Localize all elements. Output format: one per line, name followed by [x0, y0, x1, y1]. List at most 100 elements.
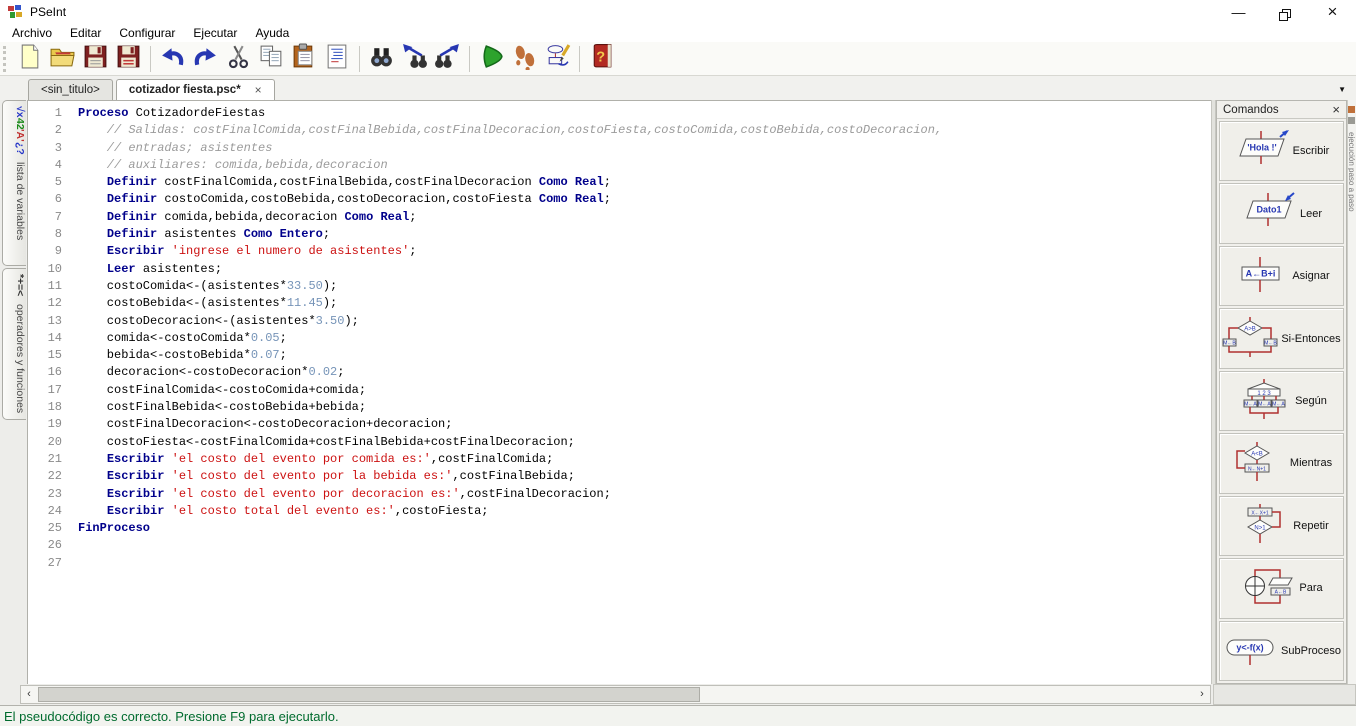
- find-button[interactable]: [365, 44, 398, 74]
- code-line[interactable]: 17 costFinalComida<-costoComida+comida;: [28, 382, 1211, 399]
- tab-sin-titulo[interactable]: <sin_titulo>: [28, 79, 113, 100]
- sidebar-tab-lista-de-variables[interactable]: √x42'A'¿?lista de variables: [2, 100, 26, 266]
- command-segun-button[interactable]: 1 2 3M←AM←AM←ASegún: [1219, 371, 1344, 431]
- scroll-right-icon[interactable]: ›: [1194, 686, 1210, 703]
- line-number: 26: [28, 537, 62, 554]
- menu-ayuda[interactable]: Ayuda: [246, 25, 298, 41]
- tab-cotizador-fiesta-psc[interactable]: cotizador fiesta.psc*×: [116, 79, 275, 100]
- restore-icon: [1282, 9, 1291, 18]
- command-si-entonces-button[interactable]: A>BM←BM←BSi-Entonces: [1219, 308, 1344, 368]
- step-execution-tab[interactable]: ejecución paso a paso: [1347, 100, 1356, 684]
- code-editor[interactable]: 1Proceso CotizadordeFiestas2 // Salidas:…: [27, 100, 1211, 684]
- menu-archivo[interactable]: Archivo: [3, 25, 61, 41]
- code-line[interactable]: 27: [28, 555, 1211, 572]
- help-button[interactable]: ?: [585, 44, 618, 74]
- command-escribir-button[interactable]: 'Hola !'Escribir: [1219, 121, 1344, 181]
- code-line[interactable]: 25FinProceso: [28, 520, 1211, 537]
- code-line[interactable]: 5 Definir costFinalComida,costFinalBebid…: [28, 174, 1211, 191]
- svg-text:N>1: N>1: [1255, 526, 1267, 532]
- save-all-icon: [115, 43, 142, 75]
- format-source-icon: [324, 43, 351, 75]
- code-line[interactable]: 26: [28, 537, 1211, 554]
- command-asignar-button[interactable]: A←B+iAsignar: [1219, 246, 1344, 306]
- new-file-button[interactable]: [13, 44, 46, 74]
- find-prev-button[interactable]: [398, 44, 431, 74]
- svg-text:N←N+1: N←N+1: [1248, 466, 1266, 472]
- code-line[interactable]: 1Proceso CotizadordeFiestas: [28, 105, 1211, 122]
- document-tab-bar: <sin_titulo>cotizador fiesta.psc*× ▼: [0, 76, 1356, 100]
- code-text: decoracion<-costoDecoracion*0.02;: [78, 364, 344, 381]
- scroll-left-icon[interactable]: ‹: [21, 686, 37, 703]
- subproceso-flowchart-icon: y<-f(x): [1222, 629, 1278, 672]
- sidebar-tab-operadores-y-funciones[interactable]: *+=<operadores y funciones: [2, 268, 26, 420]
- code-line[interactable]: 14 comida<-costoComida*0.05;: [28, 330, 1211, 347]
- run-button[interactable]: [475, 44, 508, 74]
- code-text: comida<-costoComida*0.05;: [78, 330, 287, 347]
- scrollbar-thumb[interactable]: [38, 687, 700, 702]
- code-line[interactable]: 20 costoFiesta<-costFinalComida+costFina…: [28, 434, 1211, 451]
- run-step-button[interactable]: [508, 44, 541, 74]
- minimize-button[interactable]: —: [1215, 0, 1262, 24]
- run-step-icon: [511, 43, 538, 75]
- code-line[interactable]: 7 Definir comida,bebida,decoracion Como …: [28, 209, 1211, 226]
- line-number: 17: [28, 382, 62, 399]
- code-line[interactable]: 2 // Salidas: costFinalComida,costFinalB…: [28, 122, 1211, 139]
- code-line[interactable]: 15 bebida<-costoBebida*0.07;: [28, 347, 1211, 364]
- para-flowchart-icon: A←B: [1240, 567, 1296, 610]
- find-next-button[interactable]: [431, 44, 464, 74]
- status-message: El pseudocódigo es correcto. Presione F9…: [4, 709, 339, 724]
- line-number: 5: [28, 174, 62, 191]
- command-label: SubProceso: [1281, 645, 1341, 657]
- cut-button[interactable]: [222, 44, 255, 74]
- code-line[interactable]: 11 costoComida<-(asistentes*33.50);: [28, 278, 1211, 295]
- menu-ejecutar[interactable]: Ejecutar: [184, 25, 246, 41]
- title-bar: PSeInt — ×: [0, 0, 1356, 24]
- code-line[interactable]: 16 decoracion<-costoDecoracion*0.02;: [28, 364, 1211, 381]
- save-all-button[interactable]: [112, 44, 145, 74]
- code-line[interactable]: 4 // auxiliares: comida,bebida,decoracio…: [28, 157, 1211, 174]
- tab-overflow-icon[interactable]: ▼: [1338, 85, 1346, 94]
- command-subproceso-button[interactable]: y<-f(x)SubProceso: [1219, 621, 1344, 681]
- code-line[interactable]: 19 costFinalDecoracion<-costoDecoracion+…: [28, 416, 1211, 433]
- draw-flowchart-button[interactable]: [541, 44, 574, 74]
- paste-button[interactable]: [288, 44, 321, 74]
- code-line[interactable]: 8 Definir asistentes Como Entero;: [28, 226, 1211, 243]
- open-file-button[interactable]: [46, 44, 79, 74]
- redo-button[interactable]: [189, 44, 222, 74]
- horizontal-scrollbar[interactable]: ‹ ›: [20, 685, 1211, 704]
- line-number: 25: [28, 520, 62, 537]
- commands-close-icon[interactable]: ×: [1332, 102, 1340, 117]
- sidebar-tab-icon: 42: [14, 118, 26, 130]
- command-mientras-button[interactable]: A<BN←N+1Mientras: [1219, 433, 1344, 493]
- save-file-button[interactable]: [79, 44, 112, 74]
- code-text: // auxiliares: comida,bebida,decoracion: [78, 157, 388, 174]
- code-line[interactable]: 3 // entradas; asistentes: [28, 140, 1211, 157]
- line-number: 18: [28, 399, 62, 416]
- code-line[interactable]: 10 Leer asistentes;: [28, 261, 1211, 278]
- line-number: 6: [28, 191, 62, 208]
- menu-editar[interactable]: Editar: [61, 25, 110, 41]
- code-line[interactable]: 18 costFinalBebida<-costoBebida+bebida;: [28, 399, 1211, 416]
- restore-button[interactable]: [1262, 0, 1309, 24]
- code-line[interactable]: 13 costoDecoracion<-(asistentes*3.50);: [28, 313, 1211, 330]
- command-repetir-button[interactable]: X←X+1N>1Repetir: [1219, 496, 1344, 556]
- toolbar-grip[interactable]: [3, 46, 9, 72]
- tab-close-icon[interactable]: ×: [255, 83, 262, 97]
- code-line[interactable]: 12 costoBebida<-(asistentes*11.45);: [28, 295, 1211, 312]
- code-line[interactable]: 9 Escribir 'ingrese el numero de asisten…: [28, 243, 1211, 260]
- code-line[interactable]: 23 Escribir 'el costo del evento por dec…: [28, 486, 1211, 503]
- line-number: 23: [28, 486, 62, 503]
- undo-button[interactable]: [156, 44, 189, 74]
- find-next-icon: [434, 43, 461, 75]
- command-para-button[interactable]: A←BPara: [1219, 558, 1344, 618]
- close-button[interactable]: ×: [1309, 0, 1356, 24]
- format-source-button[interactable]: [321, 44, 354, 74]
- code-line[interactable]: 6 Definir costoComida,costoBebida,costoD…: [28, 191, 1211, 208]
- toolbar-separator: [579, 46, 580, 72]
- copy-button[interactable]: [255, 44, 288, 74]
- code-line[interactable]: 24 Escribir 'el costo total del evento e…: [28, 503, 1211, 520]
- menu-configurar[interactable]: Configurar: [110, 25, 184, 41]
- code-line[interactable]: 21 Escribir 'el costo del evento por com…: [28, 451, 1211, 468]
- command-leer-button[interactable]: Dato1Leer: [1219, 183, 1344, 243]
- code-line[interactable]: 22 Escribir 'el costo del evento por la …: [28, 468, 1211, 485]
